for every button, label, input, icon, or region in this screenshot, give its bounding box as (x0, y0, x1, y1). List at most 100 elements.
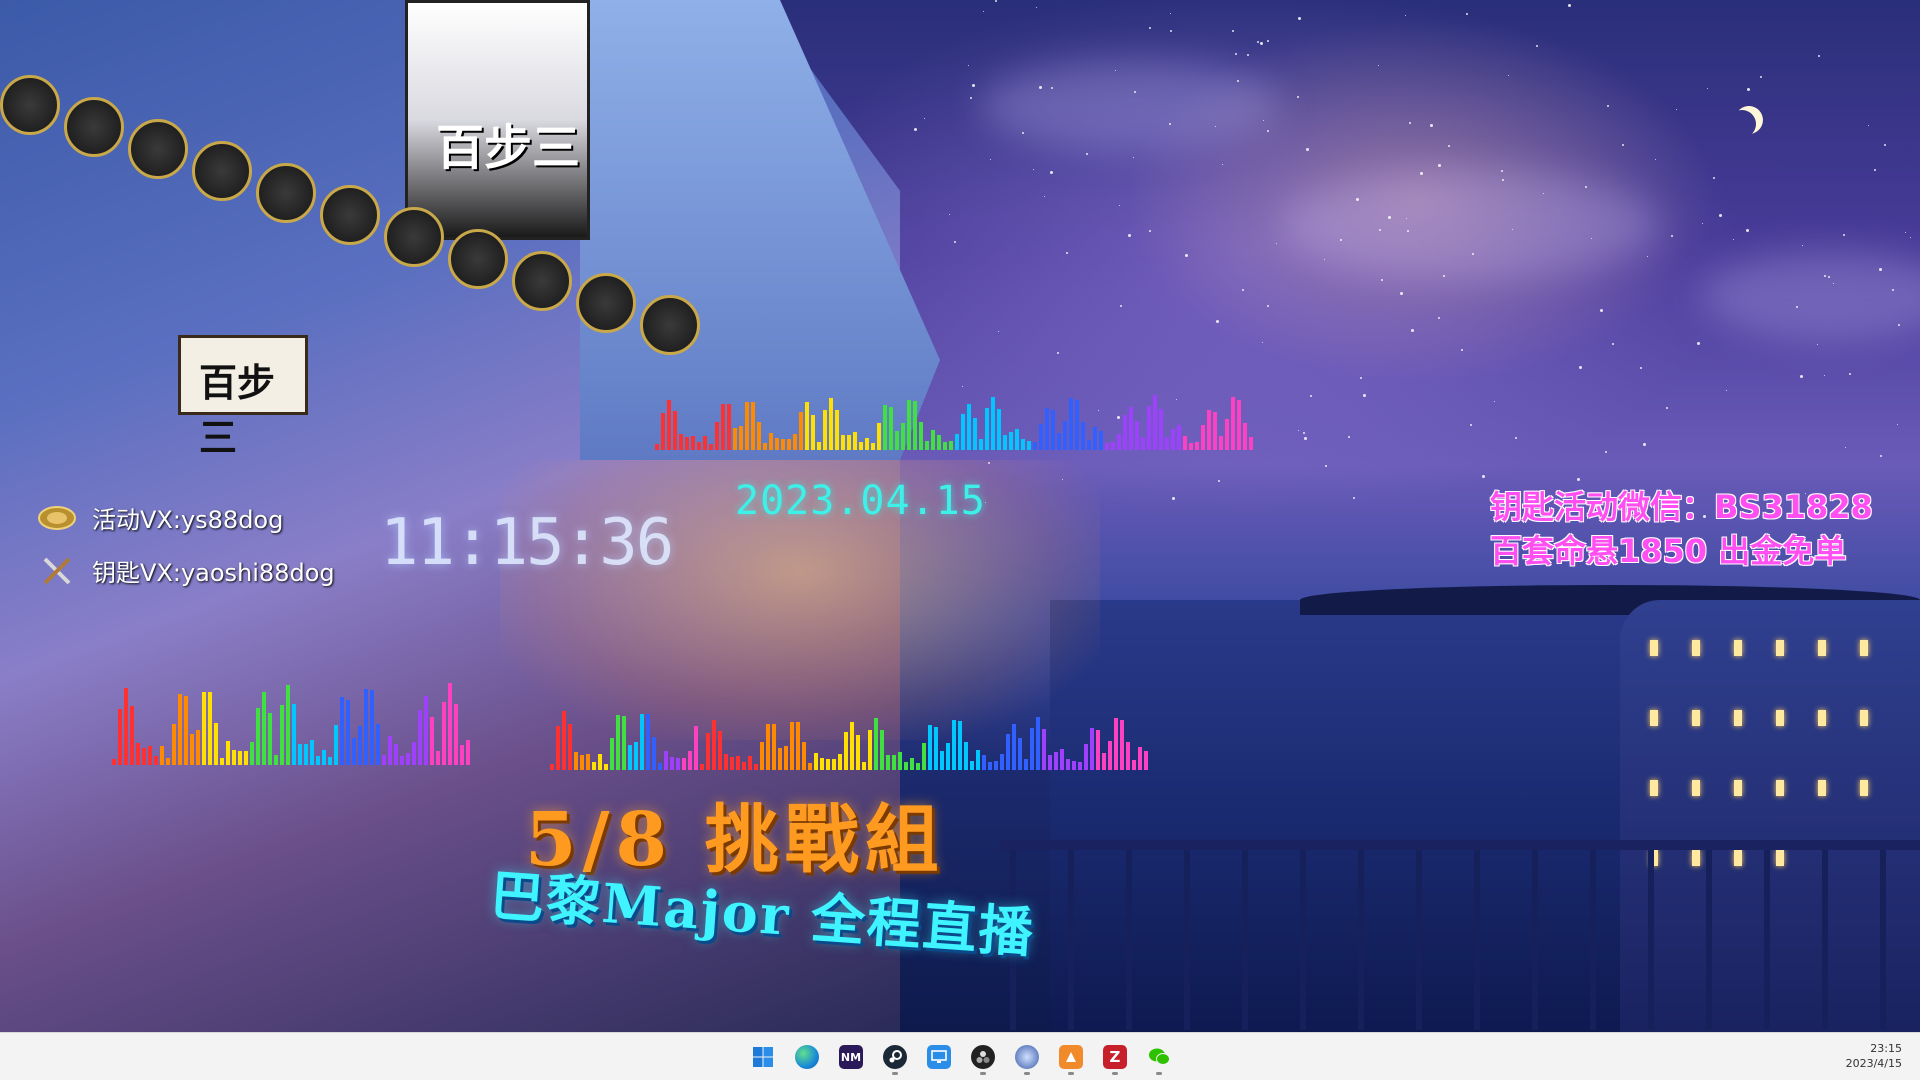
star (1643, 442, 1647, 446)
visualizer-bar (328, 756, 332, 765)
visualizer-bar (466, 739, 470, 765)
team-badge-icon (256, 163, 316, 223)
visualizer-bar (454, 703, 458, 765)
visualizer-bar (1093, 426, 1097, 450)
visualizer-bar (586, 754, 590, 770)
visualizer-bar (823, 410, 827, 450)
visualizer-bar (610, 737, 614, 770)
star (1647, 255, 1649, 257)
visualizer-bar (715, 422, 719, 450)
visualizer-bar (907, 400, 911, 450)
visualizer-bar (1075, 399, 1079, 450)
star (971, 83, 975, 87)
running-indicator (1068, 1072, 1074, 1075)
visualizer-bar (880, 729, 884, 770)
star (1296, 95, 1299, 98)
edge-button[interactable] (790, 1037, 824, 1077)
system-clock[interactable]: 23:15 2023/4/15 (1846, 1041, 1902, 1071)
visualizer-bar (1132, 759, 1136, 770)
visualizer-bar (1003, 435, 1007, 450)
visualizer-bar (244, 750, 248, 765)
visualizer-bar (991, 396, 995, 450)
visualizer-bar (724, 753, 728, 770)
visualizer-bar (604, 763, 608, 770)
visualizer-bar (967, 404, 971, 450)
audio-visualizer-right (700, 715, 1148, 770)
visual-studio-button[interactable]: NM (834, 1037, 868, 1077)
visualizer-bar (784, 745, 788, 770)
visualizer-bar (658, 762, 662, 770)
star (1671, 234, 1674, 237)
running-indicator (892, 1072, 898, 1075)
star (1169, 30, 1172, 33)
pier-post (1648, 850, 1654, 1030)
remote-desktop-button[interactable] (922, 1037, 956, 1077)
filezilla-button[interactable]: Z (1098, 1037, 1132, 1077)
clock-time: 23:15 (1870, 1042, 1902, 1055)
team-badge-icon (320, 185, 380, 245)
app-orange-button[interactable] (1054, 1037, 1088, 1077)
team-badge-icon (128, 119, 188, 179)
star (1884, 143, 1887, 146)
visualizer-bar (985, 408, 989, 450)
star (1304, 437, 1308, 441)
visualizer-bar (847, 434, 851, 450)
visualizer-bar (1102, 753, 1106, 770)
visualizer-bar (697, 442, 701, 450)
visualizer-bar (763, 443, 767, 450)
visualizer-bar (730, 756, 734, 770)
visualizer-bar (616, 715, 620, 770)
star (1543, 192, 1545, 194)
steam-button[interactable] (878, 1037, 912, 1077)
visualizer-bar (754, 763, 758, 770)
visualizer-bar (673, 410, 677, 450)
audio-visualizer-left (112, 680, 470, 765)
obs-button[interactable] (966, 1037, 1000, 1077)
wall-poster: 百步三 (405, 0, 590, 240)
lit-window (1818, 710, 1826, 726)
visualizer-bar (760, 742, 764, 770)
visualizer-bar (871, 442, 875, 450)
visualizer-bar (1144, 751, 1148, 770)
visualizer-bar (250, 742, 254, 765)
visualizer-bar (352, 737, 356, 765)
star (1133, 156, 1135, 158)
visualizer-bar (1249, 437, 1253, 450)
visualizer-bar (184, 695, 188, 765)
visualizer-bar (679, 433, 683, 450)
visualizer-bar (394, 744, 398, 765)
lit-window (1860, 640, 1868, 656)
team-badge-icon (192, 141, 252, 201)
visualizer-bar (928, 725, 932, 770)
visualizer-bar (1072, 760, 1076, 770)
date-widget: 2023.04.15 (735, 478, 986, 524)
visualizer-bar (1243, 423, 1247, 450)
star (1447, 145, 1450, 148)
visualizer-bar (1141, 436, 1145, 450)
visualizer-bar (1039, 423, 1043, 450)
star (1257, 41, 1260, 44)
visualizer-bar (424, 695, 428, 765)
star (1600, 309, 1604, 313)
star (1128, 234, 1132, 238)
app-circle-button[interactable] (1010, 1037, 1044, 1077)
steam-icon (883, 1045, 907, 1069)
lit-window (1734, 780, 1742, 796)
star (1259, 42, 1263, 46)
visualizer-bar (1165, 436, 1169, 450)
visualizer-bar (832, 758, 836, 770)
pier-post (1416, 850, 1422, 1030)
visualizer-bar (1189, 442, 1193, 450)
lit-window (1776, 710, 1784, 726)
start-button[interactable] (746, 1037, 780, 1077)
star (1408, 122, 1411, 125)
star (1665, 406, 1668, 409)
visualizer-bar (238, 751, 242, 765)
star (1266, 304, 1269, 307)
audio-visualizer-top (655, 395, 1253, 450)
wechat-button[interactable] (1142, 1037, 1176, 1077)
visualizer-bar (556, 726, 560, 770)
visualizer-bar (1105, 442, 1109, 450)
star (1114, 69, 1116, 71)
visualizer-bar (1000, 753, 1004, 770)
